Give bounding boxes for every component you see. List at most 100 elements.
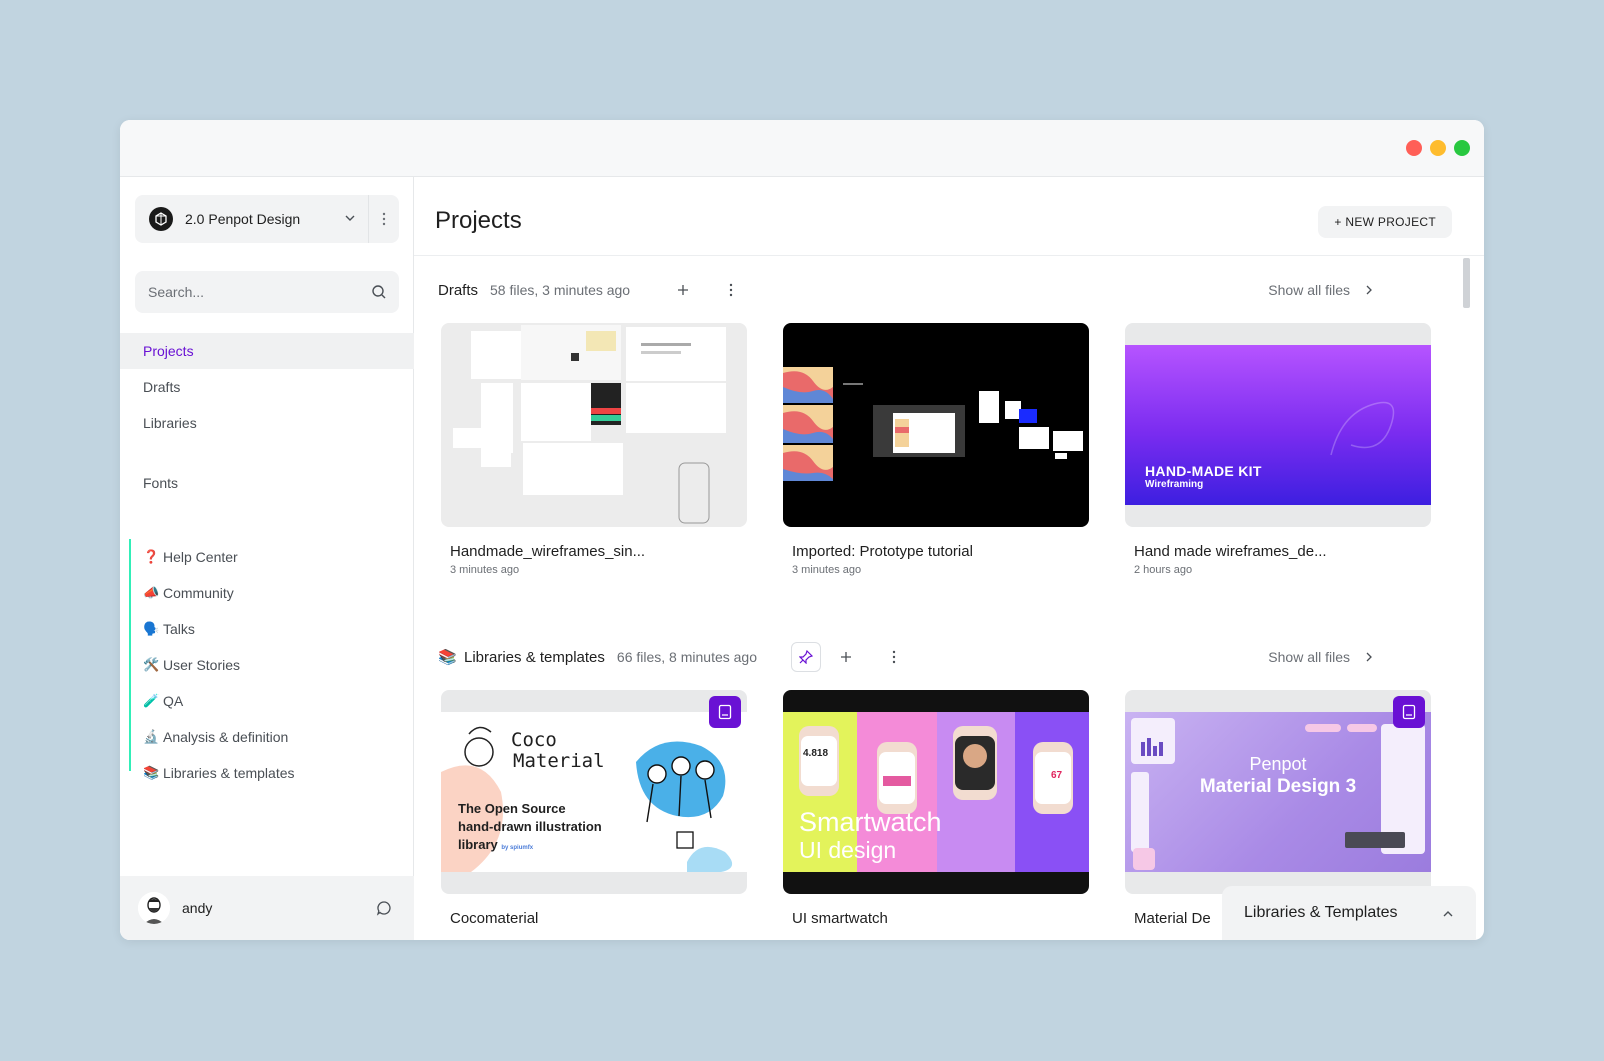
pin-project-button[interactable]: [791, 642, 821, 672]
pinned-item-label: Libraries & templates: [163, 765, 295, 781]
chevron-right-icon: [1366, 652, 1372, 662]
team-options-icon[interactable]: [377, 209, 391, 229]
section-options-button[interactable]: [716, 275, 746, 305]
avatar: [138, 892, 170, 924]
cocomaterial-banner: Coco Material The Open Source hand-drawn…: [441, 712, 747, 872]
libraries-section-header: 📚 Libraries & templates 66 files, 8 minu…: [438, 642, 1398, 672]
test-tube-icon: 🧪: [143, 693, 160, 708]
library-badge: [709, 696, 741, 728]
add-file-button[interactable]: [831, 642, 861, 672]
comments-icon[interactable]: [376, 900, 392, 916]
more-vertical-icon: [892, 650, 896, 664]
file-card[interactable]: 4.818 67 Smartwatch UI design UI smartwa…: [783, 690, 1089, 927]
team-divider: [368, 195, 369, 243]
new-project-button[interactable]: + NEW PROJECT: [1318, 206, 1452, 238]
file-card[interactable]: HAND-MADE KIT Wireframing Hand made wire…: [1125, 323, 1431, 576]
section-meta: 66 files, 8 minutes ago: [616, 649, 757, 665]
pinned-item-community[interactable]: 📣 Community: [131, 575, 414, 611]
sidebar-item-libraries[interactable]: Libraries: [120, 405, 414, 441]
chevron-up-icon[interactable]: [1442, 908, 1454, 920]
file-modified-time: 2 hours ago: [1134, 564, 1193, 576]
pinned-projects: ❓ Help Center 📣 Community 🗣️ Talks 🛠️ User S…: [129, 539, 414, 781]
pin-icon: [799, 650, 813, 664]
plus-icon: [841, 652, 851, 662]
team-selector[interactable]: 2.0 Penpot Design: [135, 195, 399, 243]
speaking-head-icon: 🗣️: [143, 621, 160, 636]
pinned-item-label: Community: [163, 585, 234, 601]
plus-icon: [678, 285, 689, 295]
pinned-item-label: QA: [163, 693, 184, 709]
minimize-window-button[interactable]: [1430, 140, 1446, 156]
library-icon: [1402, 704, 1416, 720]
file-name: Cocomaterial: [450, 910, 539, 927]
team-name: 2.0 Penpot Design: [185, 211, 301, 227]
coco-description: The Open Source hand-drawn illustration …: [458, 800, 602, 857]
pinned-item-qa[interactable]: 🧪 QA: [131, 683, 414, 719]
panel-label: Libraries & Templates: [1244, 904, 1398, 921]
question-icon: ❓: [143, 549, 160, 564]
watch-bpm: 67: [1051, 770, 1063, 781]
file-card[interactable]: Coco Material The Open Source hand-drawn…: [441, 690, 747, 927]
pinned-item-analysis[interactable]: 🔬 Analysis & definition: [131, 719, 414, 755]
megaphone-icon: 📣: [143, 585, 160, 600]
show-all-files-link[interactable]: Show all files: [1268, 642, 1374, 672]
search-box: [135, 271, 399, 313]
add-file-button[interactable]: [668, 275, 698, 305]
books-icon: 📚: [438, 649, 457, 666]
section-title: Libraries & templates: [464, 648, 605, 666]
sidebar-item-fonts[interactable]: Fonts: [120, 465, 414, 501]
file-thumbnail: Penpot Material Design 3: [1125, 690, 1431, 894]
app-window: 2.0 Penpot Design Projects Drafts Librar…: [120, 120, 1484, 940]
file-modified-time: 3 minutes ago: [450, 564, 520, 576]
pinned-item-label: Talks: [163, 621, 195, 637]
handmade-kit-banner: HAND-MADE KIT Wireframing: [1125, 345, 1431, 505]
file-thumbnail: Coco Material The Open Source hand-drawn…: [441, 690, 747, 894]
user-name: andy: [182, 900, 213, 916]
chevron-right-icon: [1366, 285, 1372, 295]
pinned-item-talks[interactable]: 🗣️ Talks: [131, 611, 414, 647]
file-card[interactable]: Imported: Prototype tutorial 3 minutes a…: [783, 323, 1089, 576]
file-name: Imported: Prototype tutorial: [792, 543, 973, 560]
search-input[interactable]: [135, 271, 355, 313]
chevron-down-icon[interactable]: [343, 211, 357, 225]
section-options-button[interactable]: [879, 642, 909, 672]
sidebar-item-drafts[interactable]: Drafts: [120, 369, 414, 405]
microscope-icon: 🔬: [143, 729, 160, 744]
show-all-files-link[interactable]: Show all files: [1268, 275, 1374, 305]
search-icon[interactable]: [371, 284, 387, 300]
smartwatch-banner: 4.818 67 Smartwatch UI design: [783, 712, 1089, 872]
file-card[interactable]: Handmade_wireframes_sin... 3 minutes ago: [441, 323, 747, 576]
watch-title-line: Smartwatch: [799, 807, 942, 837]
coco-title-line: Coco: [511, 729, 557, 751]
scrollbar[interactable]: [1463, 258, 1470, 308]
show-all-label: Show all files: [1268, 282, 1350, 298]
watch-title-line: UI design: [799, 837, 897, 863]
coco-desc-line: library: [458, 837, 498, 852]
kit-subtitle: Wireframing: [1145, 479, 1204, 490]
pinned-item-label: User Stories: [163, 657, 241, 673]
coco-desc-line: hand-drawn illustration: [458, 819, 602, 834]
file-thumbnail: [783, 323, 1089, 527]
coco-desc-line: The Open Source: [458, 801, 566, 816]
page-title: Projects: [435, 207, 522, 234]
file-thumbnail: [441, 323, 747, 527]
show-all-label: Show all files: [1268, 649, 1350, 665]
file-thumbnail: HAND-MADE KIT Wireframing: [1125, 323, 1431, 527]
user-profile[interactable]: andy: [120, 876, 414, 940]
pinned-item-libraries-templates[interactable]: 📚 Libraries & templates: [131, 755, 414, 791]
coco-title-line: Material: [513, 750, 605, 772]
pinned-item-help-center[interactable]: ❓ Help Center: [131, 539, 414, 575]
books-icon: 📚: [143, 765, 160, 780]
watch-steps: 4.818: [803, 748, 829, 759]
close-window-button[interactable]: [1406, 140, 1422, 156]
maximize-window-button[interactable]: [1454, 140, 1470, 156]
md-title-line: Material Design 3: [1199, 776, 1357, 797]
md-title-line: Penpot: [1249, 754, 1307, 774]
sidebar-item-projects[interactable]: Projects: [120, 333, 414, 369]
pinned-item-user-stories[interactable]: 🛠️ User Stories: [131, 647, 414, 683]
file-name: Handmade_wireframes_sin...: [450, 543, 646, 560]
more-vertical-icon: [729, 283, 733, 297]
pinned-item-label: Analysis & definition: [163, 729, 289, 745]
libraries-templates-panel[interactable]: Libraries & Templates: [1222, 886, 1476, 940]
section-meta: 58 files, 3 minutes ago: [490, 282, 631, 298]
